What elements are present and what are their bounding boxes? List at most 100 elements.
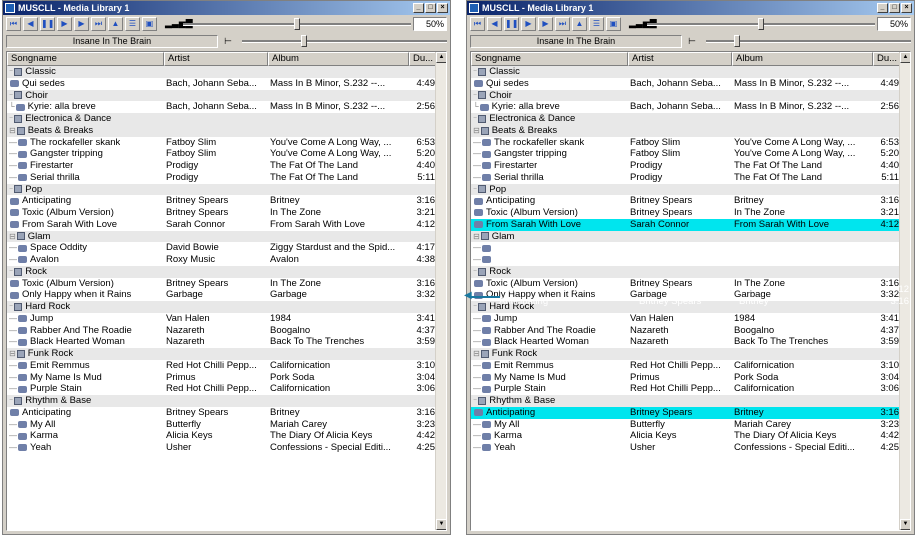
song-row[interactable]: — Yeah Usher Confessions - Special Editi...… <box>471 442 910 454</box>
column-header-artist[interactable]: Artist <box>164 52 268 66</box>
play-icon[interactable]: ▶ <box>521 17 536 31</box>
song-row[interactable]: — Karma Alicia Keys The Diary Of Alicia Key… <box>471 430 910 442</box>
group-row[interactable]: ⁻ Choir <box>471 89 910 102</box>
group-row[interactable]: ⁻ Rhythm & Base <box>7 395 446 407</box>
seek-slider-thumb[interactable] <box>300 34 307 47</box>
song-row[interactable]: — Emit Remmus Red Hot Chilli Pepp... Califo… <box>7 360 446 372</box>
play-icon[interactable]: ▶ <box>57 17 72 31</box>
song-row[interactable]: From Sarah With Love Sarah Connor From Sar… <box>471 218 910 231</box>
group-row[interactable]: ⁻ Pop <box>471 183 910 196</box>
song-row[interactable]: Qui sedes Bach, Johann Seba... Mass In B M… <box>7 78 446 90</box>
maximize-button[interactable]: □ <box>889 3 900 13</box>
song-row[interactable]: Toxic (Album Version) Britney Spears In Th… <box>7 207 446 219</box>
pause-icon[interactable]: ❚❚ <box>504 17 519 31</box>
collapse-icon[interactable]: ⊟ <box>9 348 16 360</box>
playlist-icon[interactable]: ☰ <box>125 17 140 31</box>
song-row[interactable]: — Black Hearted Woman Nazareth Back To The … <box>471 336 910 348</box>
song-row[interactable]: — Serial thrilla Prodigy The Fat Of The Lan… <box>471 172 910 184</box>
group-row[interactable]: ⁻ Electronica & Dance <box>7 113 446 125</box>
song-row[interactable]: — The rockafeller skank Fatboy Slim You've … <box>471 137 910 149</box>
song-row[interactable]: — Firestarter Prodigy The Fat Of The Land 4:… <box>7 160 446 172</box>
save-icon[interactable]: ▣ <box>606 17 621 31</box>
skip-end-icon[interactable]: ⏭ <box>91 17 106 31</box>
group-row[interactable]: ⁻ Pop <box>7 183 446 196</box>
song-row[interactable]: — Yeah Usher Confessions - Special Editi...… <box>7 442 446 454</box>
song-row[interactable]: Only Happy when it Rains Garbage Garbage 3:… <box>7 289 446 301</box>
minimize-button[interactable]: _ <box>877 3 888 13</box>
song-row[interactable]: Anticipating Britney Spears Britney 3:16 <box>7 195 446 207</box>
song-row[interactable]: — Firestarter Prodigy The Fat Of The Land 4:… <box>471 160 910 172</box>
song-row[interactable]: — Purple Stain Red Hot Chilli Pepp... Calif… <box>7 383 446 395</box>
volume-slider-thumb[interactable] <box>758 18 764 30</box>
song-row[interactable]: — Gangster tripping Fatboy Slim You've Come… <box>7 148 446 160</box>
close-button[interactable]: × <box>437 3 448 13</box>
song-row[interactable]: Toxic (Album Version) Britney Spears In Th… <box>7 278 446 290</box>
song-row[interactable]: — My All Butterfly Mariah Carey 3:23 <box>471 419 910 431</box>
group-row[interactable]: ⊟ Beats & Breaks <box>471 124 910 137</box>
seek-slider[interactable] <box>706 34 911 48</box>
song-row[interactable]: Anticipating Britney Spears Britney 3:16 <box>471 195 910 207</box>
column-header-songname[interactable]: Songname <box>471 52 628 66</box>
seek-slider[interactable] <box>242 34 447 48</box>
scroll-down-icon[interactable]: ▼ <box>436 519 446 530</box>
song-row[interactable]: — Serial thrilla Prodigy The Fat Of The Lan… <box>7 172 446 184</box>
group-row[interactable]: ⁻ Classic <box>471 66 910 78</box>
song-row[interactable]: — Jump Van Halen 1984 3:41 <box>7 313 446 325</box>
song-row[interactable]: — My Name Is Mud Primus Pork Soda 3:04 <box>7 372 446 384</box>
playlist-icon[interactable]: ☰ <box>589 17 604 31</box>
song-row[interactable]: — Karma Alicia Keys The Diary Of Alicia Key… <box>7 430 446 442</box>
group-row[interactable]: ⊟ Funk Rock <box>7 348 446 360</box>
group-row[interactable]: ⁻ Choir <box>7 89 446 102</box>
song-row[interactable]: — Avalon Roxy Music Avalon 4:38 <box>7 254 446 266</box>
song-list[interactable]: Songname Artist Album Du... ⁻ Classic Qui … <box>6 51 447 531</box>
collapse-icon[interactable]: ⊟ <box>473 348 480 360</box>
close-button[interactable]: × <box>901 3 912 13</box>
eject-icon[interactable]: ▲ <box>108 17 123 31</box>
collapse-icon[interactable]: ⊟ <box>9 231 16 243</box>
scroll-up-icon[interactable]: ▲ <box>436 52 446 63</box>
song-row[interactable]: — <box>471 254 910 266</box>
group-row[interactable]: ⊟ Glam <box>7 230 446 243</box>
song-row[interactable]: Qui sedes Bach, Johann Seba... Mass In B M… <box>471 78 910 90</box>
prev-icon[interactable]: ⏮ <box>470 17 485 31</box>
group-row[interactable]: ⁻ Rock <box>471 265 910 278</box>
column-header-songname[interactable]: Songname <box>7 52 164 66</box>
volume-slider-thumb[interactable] <box>294 18 300 30</box>
maximize-button[interactable]: □ <box>425 3 436 13</box>
scroll-down-icon[interactable]: ▼ <box>900 519 910 530</box>
group-row[interactable]: ⁻ Electronica & Dance <box>471 113 910 125</box>
title-bar[interactable]: MUSCLL - Media Library 1 _ □ × <box>467 1 914 15</box>
collapse-icon[interactable]: ⊟ <box>473 231 480 243</box>
column-header-duration[interactable]: Du... <box>873 52 901 66</box>
song-row[interactable]: — Rabber And The Roadie Nazareth Boogalno 4:… <box>7 325 446 337</box>
minimize-button[interactable]: _ <box>413 3 424 13</box>
song-row[interactable]: └ Kyrie: alla breve Bach, Johann Seba... Ma… <box>7 101 446 113</box>
song-row[interactable]: — My All Butterfly Mariah Carey 3:23 <box>7 419 446 431</box>
group-row[interactable]: ⁻ Rhythm & Base <box>471 395 910 407</box>
volume-slider[interactable] <box>183 17 411 31</box>
song-row[interactable]: Anticipating Britney Spears Britney 3:16 <box>7 407 446 419</box>
song-row[interactable]: Toxic (Album Version) Britney Spears In Th… <box>471 207 910 219</box>
song-row[interactable]: — Space Oddity David Bowie Ziggy Stardust a… <box>7 242 446 254</box>
eject-icon[interactable]: ▲ <box>572 17 587 31</box>
column-header-duration[interactable]: Du... <box>409 52 437 66</box>
skip-end-icon[interactable]: ⏭ <box>555 17 570 31</box>
song-row[interactable]: — My Name Is Mud Primus Pork Soda 3:04 <box>471 372 910 384</box>
collapse-icon[interactable]: ⊟ <box>9 125 16 137</box>
song-row[interactable]: — The rockafeller skank Fatboy Slim You've … <box>7 137 446 149</box>
volume-slider[interactable] <box>647 17 875 31</box>
seek-slider-thumb[interactable] <box>733 34 740 47</box>
scroll-up-icon[interactable]: ▲ <box>900 52 910 63</box>
save-icon[interactable]: ▣ <box>142 17 157 31</box>
column-header-album[interactable]: Album <box>732 52 873 66</box>
song-row[interactable]: — Black Hearted Woman Nazareth Back To The … <box>7 336 446 348</box>
song-row[interactable]: — <box>471 242 910 254</box>
group-row[interactable]: ⊟ Funk Rock <box>471 348 910 360</box>
collapse-icon[interactable]: ⊟ <box>473 125 480 137</box>
song-row[interactable]: — Jump Van Halen 1984 3:41 <box>471 313 910 325</box>
next-icon[interactable]: ▶ <box>74 17 89 31</box>
group-row[interactable]: ⁻ Rock <box>7 265 446 278</box>
song-row[interactable]: — Purple Stain Red Hot Chilli Pepp... Calif… <box>471 383 910 395</box>
song-row[interactable]: — Gangster tripping Fatboy Slim You've Come… <box>471 148 910 160</box>
title-bar[interactable]: MUSCLL - Media Library 1 _ □ × <box>3 1 450 15</box>
